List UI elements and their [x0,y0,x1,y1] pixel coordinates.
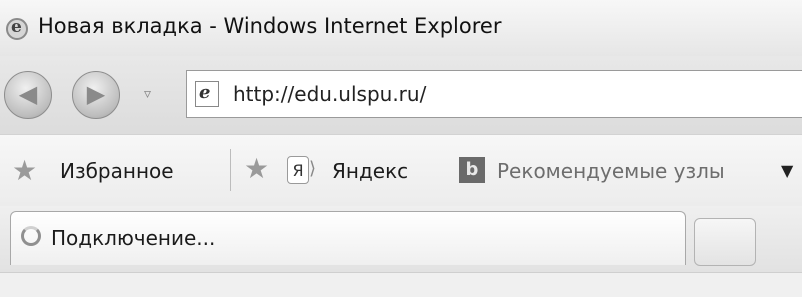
favorite-item-yandex[interactable]: Яндекс [332,159,408,183]
suggested-sites-dropdown-icon[interactable]: ▼ [781,161,793,180]
page-icon: e [195,81,219,107]
forward-button[interactable]: ▶ [72,71,120,119]
favorites-star-icon[interactable]: ★ [12,157,37,185]
tab-active[interactable]: Подключение... [10,211,686,265]
content-area-edge [0,272,802,297]
back-arrow-icon: ◀ [18,80,38,108]
add-favorite-icon[interactable]: ★ [244,155,269,183]
title-bar: e Новая вкладка - Windows Internet Explo… [0,0,802,56]
forward-arrow-icon: ▶ [86,80,106,108]
new-tab-button[interactable] [694,218,756,266]
favorites-button[interactable]: Избранное [60,159,174,183]
address-url[interactable]: http://edu.ulspu.ru/ [233,82,426,106]
ie-logo-icon: e [6,17,28,40]
favorites-separator [230,149,231,191]
yandex-chevron-icon: ⟩ [309,158,317,179]
yandex-icon[interactable]: Я [287,156,309,184]
tab-row: Подключение... [0,206,802,272]
back-button[interactable]: ◀ [4,71,52,119]
navigation-bar: ◀ ▶ ▿ e http://edu.ulspu.ru/ [0,56,802,134]
window-title: Новая вкладка - Windows Internet Explore… [38,14,502,38]
address-bar[interactable]: e http://edu.ulspu.ru/ [186,70,802,118]
recent-pages-dropdown-icon[interactable]: ▿ [144,86,151,102]
favorite-item-suggested-sites[interactable]: Рекомендуемые узлы [497,159,725,183]
tab-label: Подключение... [51,226,216,250]
loading-icon [21,226,41,246]
bing-icon[interactable]: b [459,157,485,183]
favorites-bar: ★ Избранное ★ Я ⟩ Яндекс b Рекомендуемые… [0,134,802,206]
